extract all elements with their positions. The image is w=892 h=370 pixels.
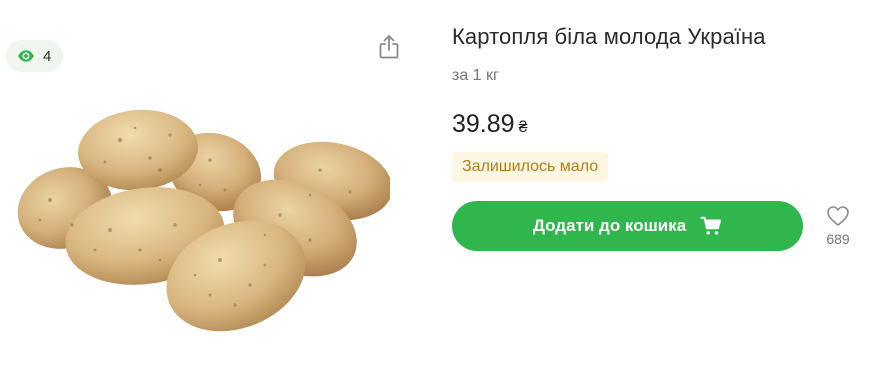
product-title: Картопля біла молода Україна: [452, 24, 766, 49]
product-image: [17, 109, 390, 332]
product-info: Картопля біла молода Україна за 1 кг 39.…: [452, 0, 872, 370]
cart-icon: [700, 216, 722, 235]
share-button[interactable]: [372, 30, 406, 64]
views-badge: 4: [6, 40, 64, 72]
heart-icon: [827, 206, 849, 226]
price-value: 39.89: [452, 110, 515, 138]
add-to-cart-button[interactable]: Додати до кошика: [452, 201, 803, 251]
add-to-cart-label: Додати до кошика: [532, 216, 687, 235]
favorites-count: 689: [826, 231, 850, 247]
share-icon: [379, 35, 399, 59]
price: 39.89 ₴: [452, 110, 527, 139]
product-unit: за 1 кг: [452, 67, 499, 84]
views-count: 4: [43, 47, 52, 65]
stock-status-badge: Залишилось мало: [452, 152, 609, 182]
product-gallery: 4: [0, 0, 420, 370]
price-currency: ₴: [518, 119, 528, 136]
favorite-button[interactable]: 689: [820, 205, 856, 247]
eye-icon: [18, 50, 34, 62]
